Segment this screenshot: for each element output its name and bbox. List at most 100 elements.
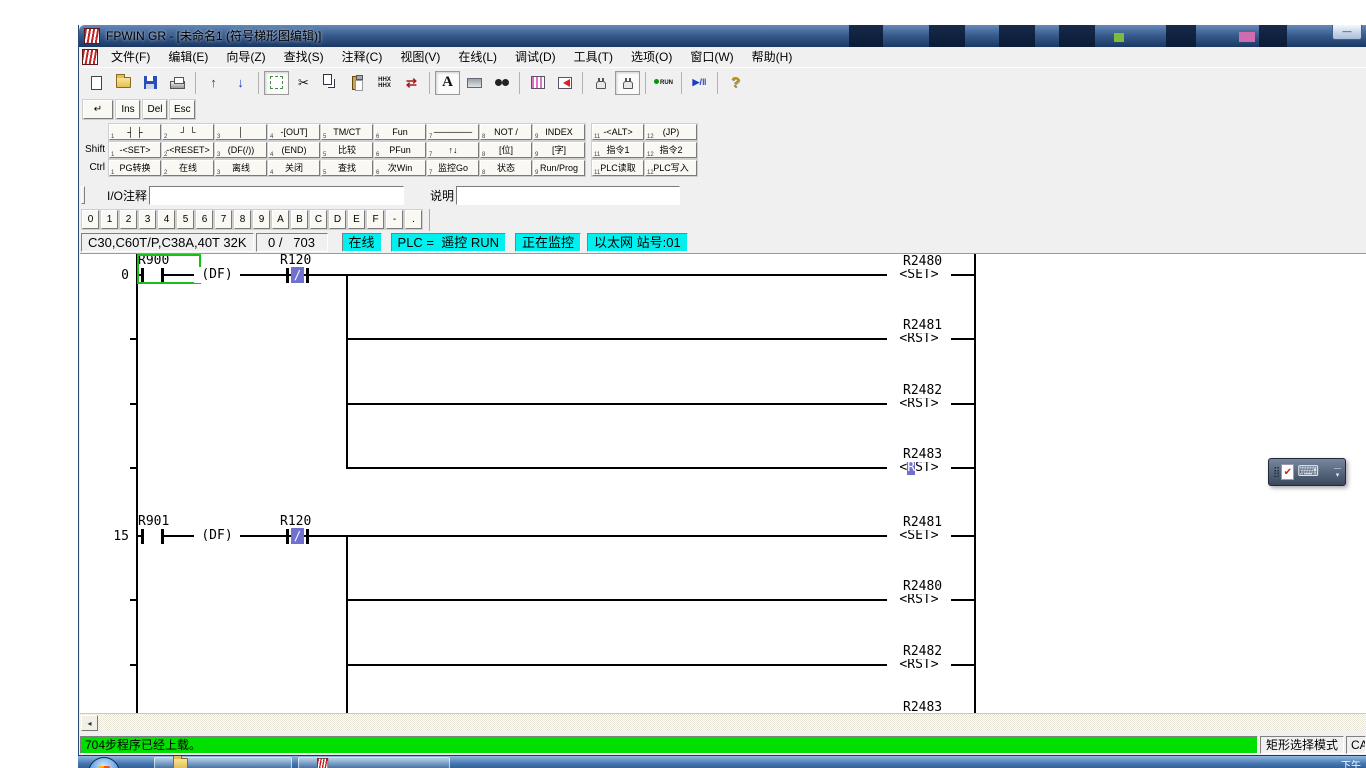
download-to-plc-icon[interactable]: ↓: [228, 71, 253, 95]
fnkey-ctrl-f7[interactable]: 7监控Go: [427, 160, 479, 176]
ladder-coil-R2480[interactable]: <SET>: [887, 267, 951, 283]
fnkey-ctrl-f12[interactable]: 12PLC写入: [645, 160, 697, 176]
new-file-icon[interactable]: [84, 71, 109, 95]
ladder-coil-R2480[interactable]: <RST>: [887, 592, 951, 608]
fnkey-f3[interactable]: 3│: [215, 124, 267, 140]
ladder-coil-R2482[interactable]: <RST>: [887, 396, 951, 412]
fnkey-shift-f5[interactable]: 5比较: [321, 142, 373, 158]
fnkey-f1[interactable]: 1┤ ├: [109, 124, 161, 140]
menu-options[interactable]: 选项(O): [622, 47, 681, 68]
menu-wizard[interactable]: 向导(Z): [217, 47, 274, 68]
horizontal-scrollbar[interactable]: ◂: [80, 713, 1366, 731]
enter-key[interactable]: ↵: [83, 100, 113, 119]
print-icon[interactable]: [165, 71, 190, 95]
ladder-df-instruction[interactable]: (DF): [194, 528, 240, 544]
run-pause-toggle-icon[interactable]: ▶/‖: [687, 71, 712, 95]
jump-transfer-icon[interactable]: ⇄: [399, 71, 424, 95]
fnkey-shift-f3[interactable]: 3(DF(/)): [215, 142, 267, 158]
hexkey-f[interactable]: F: [367, 210, 384, 229]
ladder-editor-canvas[interactable]: 0R900(DF)R120/<SET>R2480<RST>R2481<RST>R…: [80, 253, 1366, 713]
hexkey-2[interactable]: 2: [120, 210, 137, 229]
fnkey-shift-f1[interactable]: 1-<SET>: [109, 142, 161, 158]
hexkey-0[interactable]: 0: [82, 210, 99, 229]
menu-edit[interactable]: 编辑(E): [159, 47, 217, 68]
ladder-df-instruction[interactable]: (DF): [194, 267, 240, 283]
ladder-coil-R2481[interactable]: <SET>: [887, 528, 951, 544]
ladder-coil-R2482[interactable]: <RST>: [887, 657, 951, 673]
hexkey-1[interactable]: 1: [101, 210, 118, 229]
fnkey-ctrl-f8[interactable]: 8状态: [480, 160, 532, 176]
ladder-contact-R901[interactable]: [141, 529, 144, 544]
find-icon[interactable]: [489, 71, 514, 95]
select-mode-icon[interactable]: [264, 71, 289, 95]
scroll-left-button[interactable]: ◂: [81, 715, 98, 731]
hexkey-6[interactable]: 6: [196, 210, 213, 229]
plc-offline-icon[interactable]: [588, 71, 613, 95]
fnkey-ctrl-f2[interactable]: 2在线: [162, 160, 214, 176]
fnkey-f9[interactable]: 9INDEX: [533, 124, 585, 140]
fnkey-shift-f8[interactable]: 8[位]: [480, 142, 532, 158]
hexkey-4[interactable]: 4: [158, 210, 175, 229]
menu-debug[interactable]: 调试(D): [506, 47, 565, 68]
ladder-contact-R120[interactable]: [286, 529, 289, 544]
fnkey-f5[interactable]: 5TM/CT: [321, 124, 373, 140]
hexkey-a[interactable]: A: [272, 210, 289, 229]
menu-window[interactable]: 窗口(W): [681, 47, 742, 68]
save-file-icon[interactable]: [138, 71, 163, 95]
ime-options-icon[interactable]: ▾: [1336, 472, 1340, 479]
menu-online[interactable]: 在线(L): [449, 47, 506, 68]
fnkey-f12[interactable]: 12(JP): [645, 124, 697, 140]
fnkey-f2[interactable]: 2┘ └: [162, 124, 214, 140]
menu-comment[interactable]: 注释(C): [333, 47, 392, 68]
menu-help[interactable]: 帮助(H): [743, 47, 802, 68]
fnkey-ctrl-f4[interactable]: 4关闭: [268, 160, 320, 176]
taskbar-clock[interactable]: 下午: [1341, 757, 1361, 768]
hexkey-9[interactable]: 9: [253, 210, 270, 229]
ins-key[interactable]: Ins: [116, 100, 140, 119]
menu-view[interactable]: 视图(V): [391, 47, 449, 68]
fnkey-shift-f9[interactable]: 9[字]: [533, 142, 585, 158]
fnkey-f4[interactable]: 4-[OUT]: [268, 124, 320, 140]
hexkey-5[interactable]: 5: [177, 210, 194, 229]
ladder-contact-R120[interactable]: [286, 268, 289, 283]
cut-icon[interactable]: ✂: [291, 71, 316, 95]
block-comment-icon[interactable]: [462, 71, 487, 95]
menu-file[interactable]: 文件(F): [102, 47, 159, 68]
menu-tools[interactable]: 工具(T): [565, 47, 622, 68]
comment-input-icon[interactable]: A: [435, 71, 460, 95]
ladder-coil-R2483[interactable]: <RST>: [887, 460, 951, 476]
hexkey-e[interactable]: E: [348, 210, 365, 229]
hexkey-c[interactable]: C: [310, 210, 327, 229]
keyboard-icon[interactable]: ⌨: [1297, 465, 1319, 479]
minimize-button[interactable]: —: [1332, 25, 1362, 40]
hexkey-d[interactable]: D: [329, 210, 346, 229]
upload-from-plc-icon[interactable]: ↑: [201, 71, 226, 95]
esc-key[interactable]: Esc: [170, 100, 195, 119]
fnkey-shift-f12[interactable]: 12指令2: [645, 142, 697, 158]
ime-drag-handle[interactable]: ⣿: [1273, 467, 1278, 478]
fnkey-shift-f2[interactable]: 2-<RESET>: [162, 142, 214, 158]
fnkey-f7[interactable]: 7──────: [427, 124, 479, 140]
writing-pad-icon[interactable]: ✔: [1281, 464, 1294, 480]
hexkey-7[interactable]: 7: [215, 210, 232, 229]
child-window-icon[interactable]: [82, 49, 98, 65]
row-grip[interactable]: [81, 186, 85, 204]
copy-icon[interactable]: [318, 71, 343, 95]
hexkey-b[interactable]: B: [291, 210, 308, 229]
taskbar-item-explorer[interactable]: [154, 757, 292, 768]
find-replace-instruction-icon[interactable]: HHX HHX: [372, 71, 397, 95]
fnkey-ctrl-f6[interactable]: 6次Win: [374, 160, 426, 176]
fnkey-ctrl-f1[interactable]: 1PG转换: [109, 160, 161, 176]
plc-online-icon[interactable]: [615, 71, 640, 95]
fnkey-f8[interactable]: 8NOT /: [480, 124, 532, 140]
start-button[interactable]: [88, 757, 120, 768]
fnkey-shift-f11[interactable]: 11指令1: [592, 142, 644, 158]
titlebar[interactable]: FPWIN GR - [未命名1 (符号梯形图编辑)] —: [79, 25, 1366, 47]
taskbar-item-fpwin[interactable]: [298, 757, 450, 768]
hexkey-8[interactable]: 8: [234, 210, 251, 229]
fnkey-ctrl-f11[interactable]: 11PLC读取: [592, 160, 644, 176]
open-file-icon[interactable]: [111, 71, 136, 95]
hexkey-dot[interactable]: .: [405, 210, 422, 229]
fnkey-ctrl-f3[interactable]: 3离线: [215, 160, 267, 176]
ime-toolbar[interactable]: ⣿ ✔ ⌨ — ▾: [1268, 458, 1346, 486]
